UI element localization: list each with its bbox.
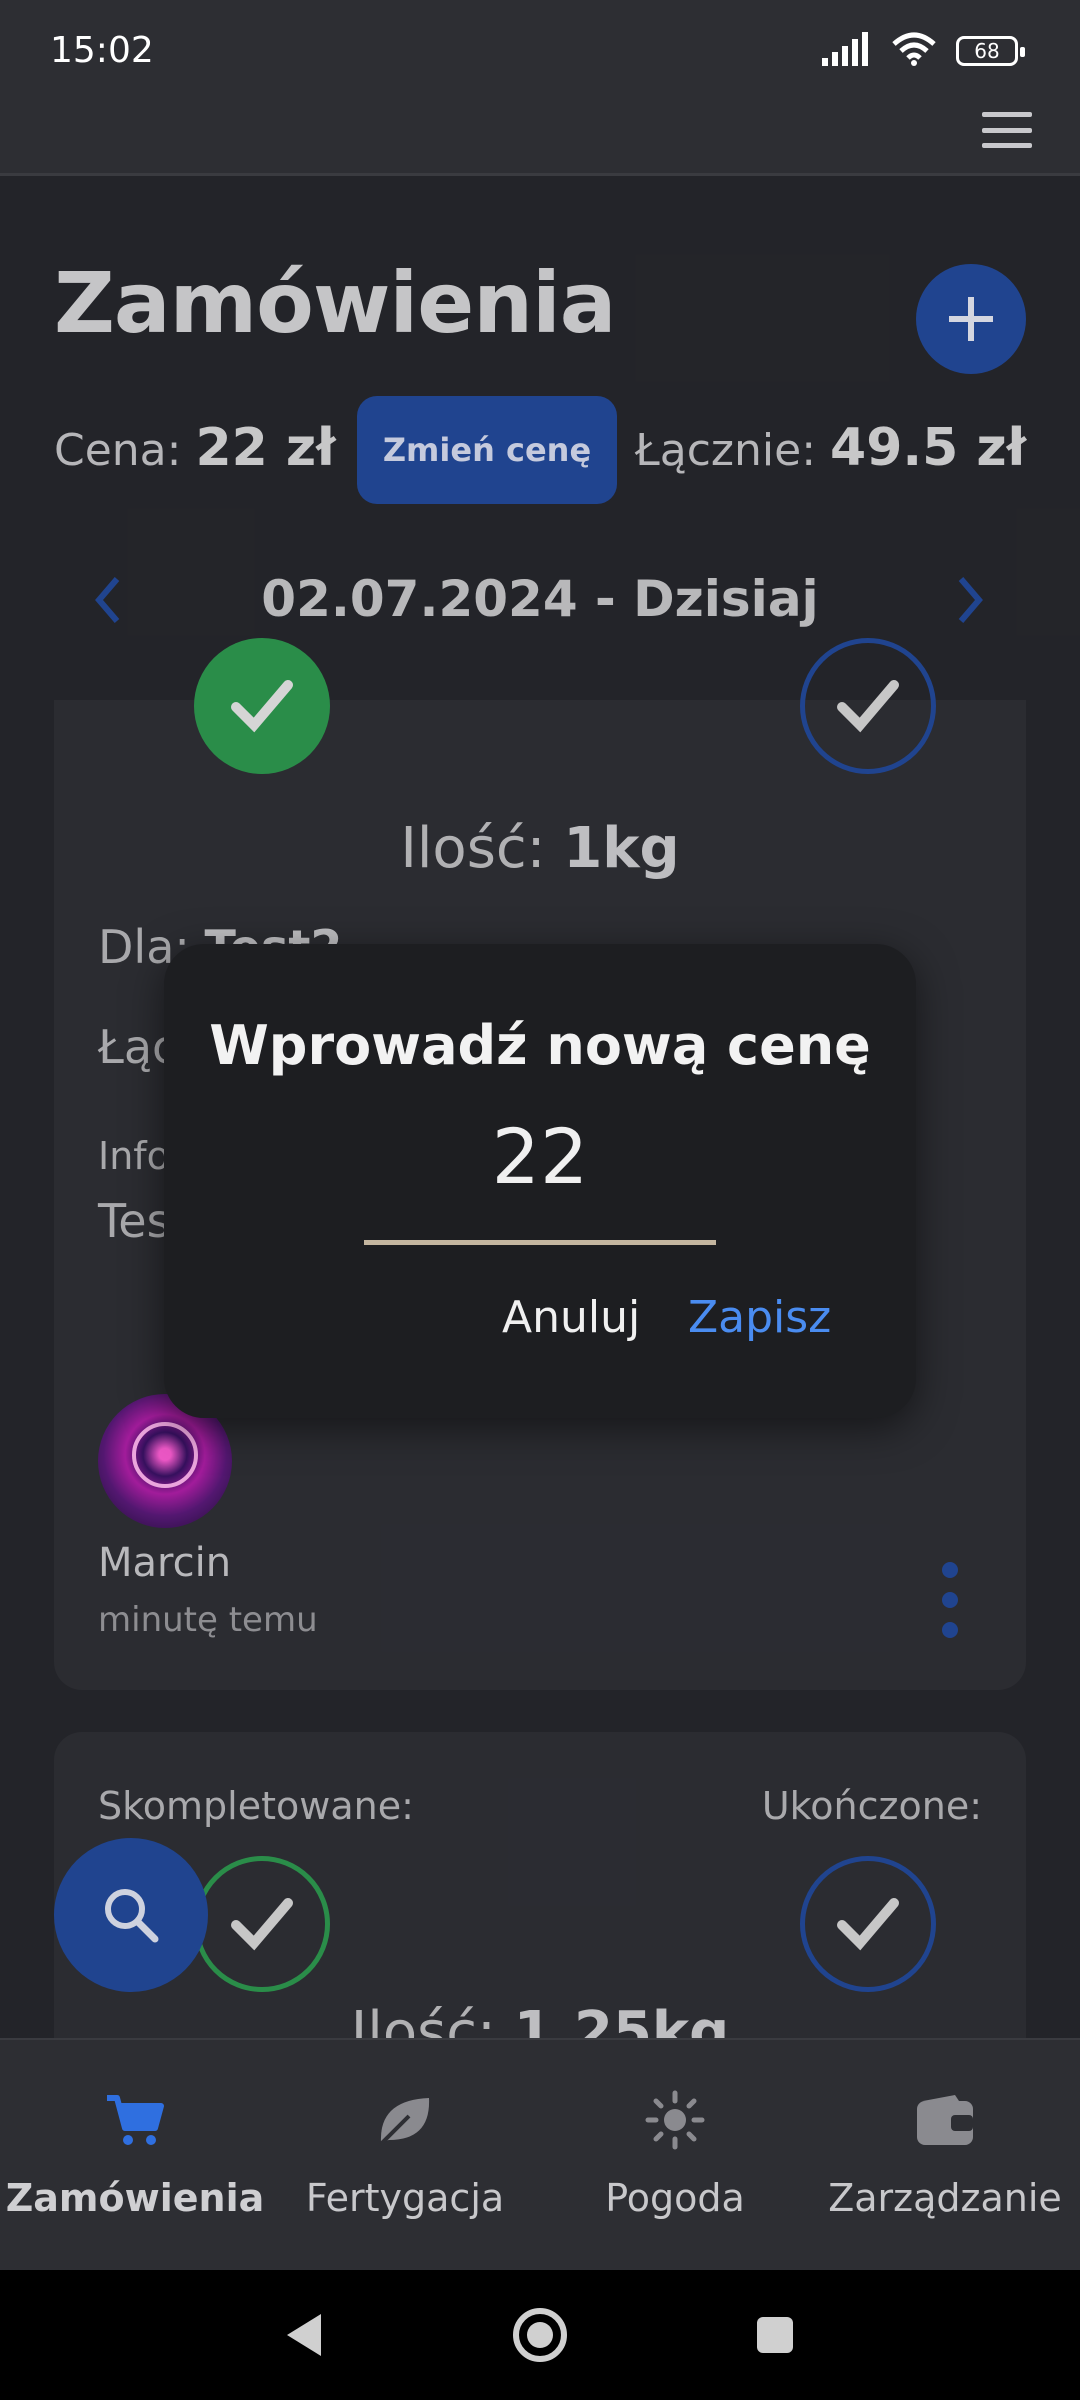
recents-icon[interactable] — [740, 2300, 810, 2370]
nav-label: Zamówienia — [5, 2176, 265, 2220]
signal-icon — [822, 32, 872, 70]
nav-item-weather[interactable]: Pogoda — [540, 2040, 810, 2272]
nav-item-management[interactable]: Zarządzanie — [810, 2040, 1080, 2272]
nav-label: Zarządzanie — [828, 2176, 1062, 2220]
nav-item-fertigation[interactable]: Fertygacja — [270, 2040, 540, 2272]
hamburger-menu-icon[interactable] — [982, 112, 1032, 148]
bottom-navigation: Zamówienia Fertygacja Pogoda Zarządzanie — [0, 2038, 1080, 2270]
system-navigation-bar — [0, 2270, 1080, 2400]
home-icon[interactable] — [505, 2300, 575, 2370]
cart-icon — [105, 2090, 165, 2150]
wallet-icon — [915, 2090, 975, 2150]
dialog-title: Wprowadź nową cenę — [209, 1014, 871, 1077]
nav-item-orders[interactable]: Zamówienia — [0, 2040, 270, 2272]
app-bar: 15:02 68 — [0, 0, 1080, 176]
nav-label: Fertygacja — [305, 2176, 505, 2220]
status-time: 15:02 — [50, 30, 154, 71]
input-underline — [364, 1240, 716, 1245]
sun-icon — [645, 2090, 705, 2150]
cancel-button[interactable]: Anuluj — [502, 1292, 640, 1343]
battery-level: 68 — [974, 39, 1000, 63]
status-icons: 68 — [822, 32, 1025, 70]
save-button[interactable]: Zapisz — [688, 1292, 831, 1343]
nav-label: Pogoda — [605, 2176, 745, 2220]
wifi-icon — [892, 32, 936, 70]
price-dialog: Wprowadź nową cenę Anuluj Zapisz — [164, 944, 916, 1418]
battery-icon: 68 — [956, 36, 1025, 66]
leaf-icon — [375, 2090, 435, 2150]
back-icon[interactable] — [268, 2300, 338, 2370]
price-input[interactable] — [364, 1122, 716, 1190]
